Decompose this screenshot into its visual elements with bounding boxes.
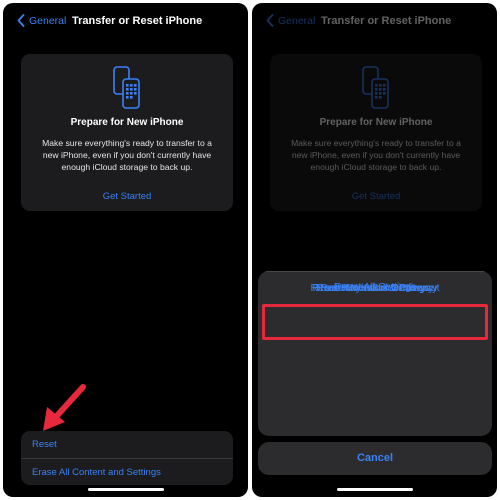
- transfer-phones-icon: [113, 66, 140, 109]
- back-label[interactable]: General: [278, 15, 315, 27]
- back-button[interactable]: General: [17, 14, 66, 27]
- reset-action-sheet: Reset All Settings Reset Network Setting…: [258, 271, 492, 436]
- left-phone-screen: General Transfer or Reset iPhone Prepare…: [3, 3, 248, 497]
- chevron-left-icon: [17, 14, 25, 27]
- reset-list: Reset Erase All Content and Settings: [21, 431, 233, 485]
- right-phone-screen: General Transfer or Reset iPhone Prepare…: [252, 3, 497, 497]
- chevron-left-icon: [266, 14, 274, 27]
- home-indicator: [87, 488, 164, 491]
- back-button[interactable]: General: [266, 14, 315, 27]
- home-indicator: [336, 488, 413, 491]
- card-title: Prepare for New iPhone: [70, 117, 184, 128]
- cancel-button[interactable]: Cancel: [258, 442, 492, 475]
- back-label[interactable]: General: [29, 15, 66, 27]
- red-arrow-icon: [43, 384, 86, 431]
- card-description: Make sure everything's ready to transfer…: [291, 138, 461, 172]
- page-title: Transfer or Reset iPhone: [72, 15, 203, 27]
- erase-all-content-row[interactable]: Erase All Content and Settings: [21, 458, 233, 485]
- navigation-bar: General Transfer or Reset iPhone: [3, 3, 248, 43]
- get-started-link[interactable]: Get Started: [21, 191, 233, 202]
- transfer-phones-icon: [362, 66, 389, 109]
- card-description: Make sure everything's ready to transfer…: [42, 138, 212, 172]
- page-title: Transfer or Reset iPhone: [321, 15, 452, 27]
- prepare-card: Prepare for New iPhone Make sure everyth…: [270, 54, 482, 211]
- get-started-link[interactable]: Get Started: [270, 191, 482, 202]
- reset-location-privacy-option[interactable]: Reset Location & Privacy: [258, 271, 492, 304]
- prepare-card: Prepare for New iPhone Make sure everyth…: [21, 54, 233, 211]
- card-title: Prepare for New iPhone: [319, 117, 433, 128]
- reset-row[interactable]: Reset: [21, 431, 233, 458]
- navigation-bar: General Transfer or Reset iPhone: [252, 3, 497, 43]
